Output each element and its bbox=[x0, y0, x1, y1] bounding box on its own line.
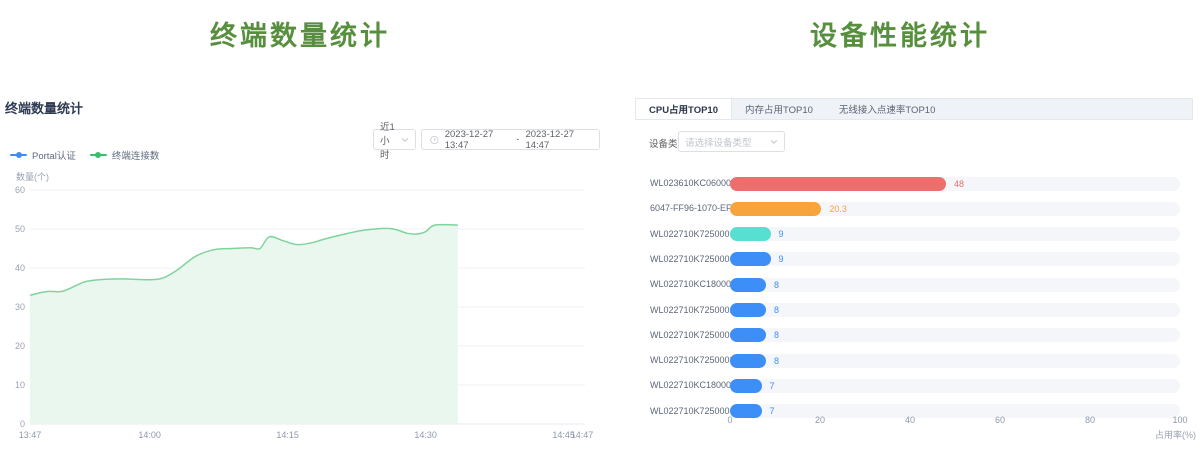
bar-value: 8 bbox=[774, 354, 779, 368]
bar-x-tick: 40 bbox=[905, 415, 915, 425]
svg-text:14:30: 14:30 bbox=[414, 430, 437, 440]
bar-category-label: WL022710KC18000280 bbox=[650, 272, 724, 297]
bar-category-label: WL022710K725000409 bbox=[650, 247, 724, 272]
svg-text:30: 30 bbox=[15, 302, 25, 312]
bar-category-label: 6047-FF96-1070-EF0A bbox=[650, 196, 724, 221]
bar bbox=[730, 177, 946, 191]
device-type-placeholder: 请选择设备类型 bbox=[685, 135, 752, 149]
bar-category-label: WL022710K725000272 bbox=[650, 298, 724, 323]
device-type-select[interactable]: 请选择设备类型 bbox=[678, 131, 785, 152]
chevron-down-icon bbox=[401, 136, 409, 144]
bar-track: 9 bbox=[730, 252, 1180, 266]
bar-track: 20.3 bbox=[730, 202, 1180, 216]
bar bbox=[730, 202, 821, 216]
bar-track: 8 bbox=[730, 303, 1180, 317]
svg-text:20: 20 bbox=[15, 341, 25, 351]
bar-value: 8 bbox=[774, 278, 779, 292]
bar-value: 7 bbox=[770, 404, 775, 418]
bar-row: WL022710KC18000280 8 bbox=[650, 272, 1193, 297]
legend-marker-icon bbox=[10, 152, 27, 158]
bar-track: 7 bbox=[730, 379, 1180, 393]
dashboard: 终端数量统计 终端数量统计 近1小时 2023-12-27 13:47 - 20… bbox=[0, 0, 1200, 456]
svg-text:40: 40 bbox=[15, 263, 25, 273]
bar-x-tick: 80 bbox=[1085, 415, 1095, 425]
bar-row: WL022710K725000102 9 bbox=[650, 222, 1193, 247]
bar-track: 48 bbox=[730, 177, 1180, 191]
bar-x-tick: 60 bbox=[995, 415, 1005, 425]
bar-category-label: WL022710K725000307 bbox=[650, 323, 724, 348]
bar-value: 7 bbox=[770, 379, 775, 393]
bar bbox=[730, 354, 766, 368]
bar-row: WL022710K725000409 9 bbox=[650, 247, 1193, 272]
bar bbox=[730, 252, 771, 266]
bar-x-axis-label: 占用率(%) bbox=[1096, 428, 1196, 441]
bar-row: WL022710K725000369 8 bbox=[650, 348, 1193, 373]
bar-x-tick: 0 bbox=[727, 415, 732, 425]
svg-text:14:15: 14:15 bbox=[276, 430, 299, 440]
svg-text:14:47: 14:47 bbox=[571, 430, 594, 440]
bar-value: 9 bbox=[779, 252, 784, 266]
date-range-separator: - bbox=[516, 134, 519, 145]
bar-value: 9 bbox=[779, 227, 784, 241]
left-section-title: 终端数量统计 bbox=[0, 14, 600, 53]
bar-track: 8 bbox=[730, 354, 1180, 368]
bar bbox=[730, 227, 771, 241]
bar-value: 20.3 bbox=[829, 202, 847, 216]
bar-row: WL022710KC18000372 7 bbox=[650, 373, 1193, 398]
terminal-panel-title: 终端数量统计 bbox=[5, 98, 83, 117]
bar-track: 7 bbox=[730, 404, 1180, 418]
tab-2[interactable]: 无线接入点速率TOP10 bbox=[826, 99, 948, 119]
chart-legend: Portal认证 终端连接数 bbox=[10, 148, 159, 162]
bar-row: WL023610KC06000043 48 bbox=[650, 171, 1193, 196]
bar bbox=[730, 404, 762, 418]
svg-text:13:47: 13:47 bbox=[19, 430, 42, 440]
bar-x-tick: 20 bbox=[815, 415, 825, 425]
right-section-title: 设备性能统计 bbox=[600, 14, 1200, 53]
date-range-picker[interactable]: 2023-12-27 13:47 - 2023-12-27 14:47 bbox=[421, 129, 600, 150]
bar bbox=[730, 328, 766, 342]
performance-tabs: CPU占用TOP10内存占用TOP10无线接入点速率TOP10 bbox=[635, 98, 1193, 120]
svg-text:14:00: 14:00 bbox=[138, 430, 161, 440]
bar-value: 8 bbox=[774, 303, 779, 317]
legend-item-0[interactable]: Portal认证 bbox=[10, 148, 76, 162]
bar-category-label: WL022710K725000470 bbox=[650, 399, 724, 424]
terminal-area-chart[interactable]: 010203040506013:4714:0014:1514:3014:4514… bbox=[0, 182, 600, 454]
date-range-end: 2023-12-27 14:47 bbox=[525, 129, 591, 151]
bar-category-label: WL023610KC06000043 bbox=[650, 171, 724, 196]
bar-x-tick: 100 bbox=[1172, 415, 1187, 425]
svg-text:10: 10 bbox=[15, 380, 25, 390]
time-range-select[interactable]: 近1小时 bbox=[373, 129, 416, 150]
bar-category-label: WL022710K725000102 bbox=[650, 222, 724, 247]
bar bbox=[730, 303, 766, 317]
svg-text:60: 60 bbox=[15, 185, 25, 195]
bar-track: 8 bbox=[730, 328, 1180, 342]
clock-icon bbox=[430, 135, 439, 145]
bar-value: 48 bbox=[954, 177, 964, 191]
legend-label: Portal认证 bbox=[32, 148, 76, 162]
tab-0[interactable]: CPU占用TOP10 bbox=[636, 99, 732, 119]
bar-row: WL022710K725000272 8 bbox=[650, 298, 1193, 323]
legend-marker-icon bbox=[90, 152, 107, 158]
legend-item-1[interactable]: 终端连接数 bbox=[90, 148, 160, 162]
svg-text:0: 0 bbox=[20, 419, 25, 429]
bar-track: 8 bbox=[730, 278, 1180, 292]
bar-category-label: WL022710K725000369 bbox=[650, 348, 724, 373]
bar bbox=[730, 278, 766, 292]
chevron-down-icon bbox=[770, 138, 778, 146]
bar-track: 9 bbox=[730, 227, 1180, 241]
time-range-value: 近1小时 bbox=[380, 119, 397, 161]
legend-label: 终端连接数 bbox=[112, 148, 160, 162]
bar-category-label: WL022710KC18000372 bbox=[650, 373, 724, 398]
date-range-start: 2023-12-27 13:47 bbox=[445, 129, 511, 151]
bar-row: WL022710K725000307 8 bbox=[650, 323, 1193, 348]
svg-text:50: 50 bbox=[15, 224, 25, 234]
bar-value: 8 bbox=[774, 328, 779, 342]
bar-row: 6047-FF96-1070-EF0A 20.3 bbox=[650, 196, 1193, 221]
bar bbox=[730, 379, 762, 393]
tab-1[interactable]: 内存占用TOP10 bbox=[732, 99, 826, 119]
